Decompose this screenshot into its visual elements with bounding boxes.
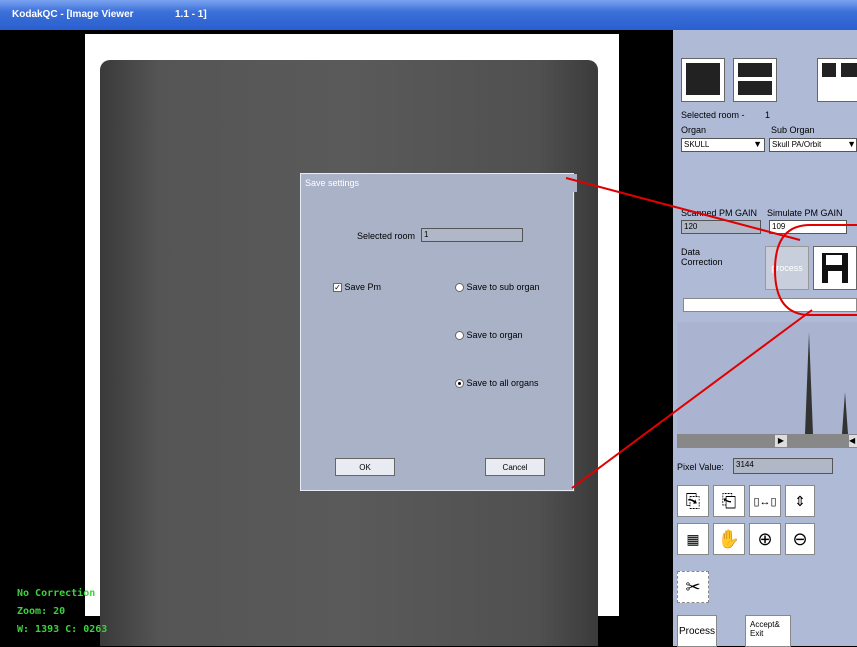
annotation-line-bottom	[571, 309, 813, 489]
annotation-line-top	[565, 177, 801, 241]
annotation-overlay	[565, 177, 857, 489]
annotation-highlight-circle	[773, 224, 857, 316]
